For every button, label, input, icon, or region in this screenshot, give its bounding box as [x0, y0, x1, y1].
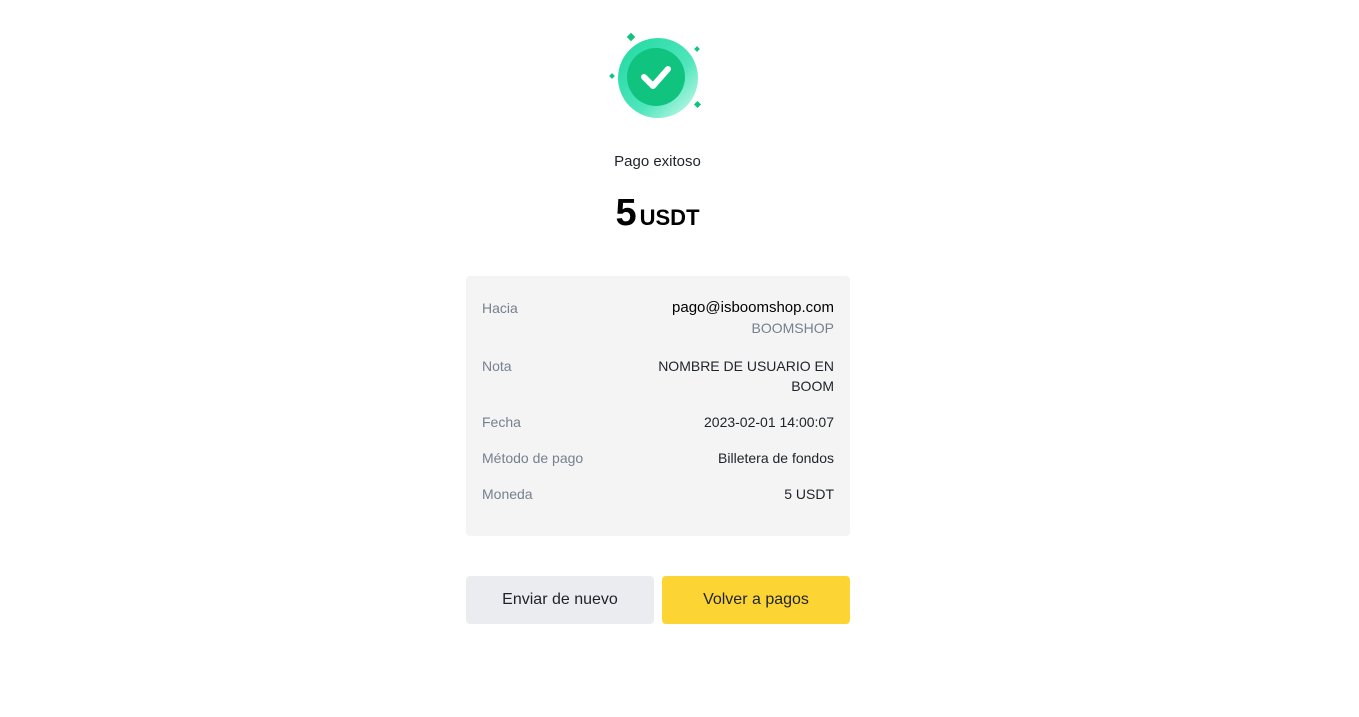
note-value-line1: NOMBRE DE USUARIO EN	[658, 358, 834, 374]
currency-label: Moneda	[482, 486, 533, 502]
recipient-name: BOOMSHOP	[751, 320, 834, 336]
send-again-button[interactable]: Enviar de nuevo	[466, 576, 654, 624]
detail-row-date: Fecha 2023-02-01 14:00:07	[482, 412, 834, 432]
amount-currency: USDT	[639, 205, 700, 230]
date-value: 2023-02-01 14:00:07	[704, 414, 834, 430]
check-circle-icon	[608, 32, 704, 122]
method-value: Billetera de fondos	[718, 450, 834, 466]
detail-row-currency: Moneda 5 USDT	[482, 484, 834, 504]
amount-value: 5	[615, 192, 636, 234]
note-value-line2: BOOM	[791, 378, 834, 394]
currency-value: 5 USDT	[784, 486, 834, 502]
payment-success-page: Pago exitoso 5 USDT Hacia pago@isboomshop…	[0, 0, 1359, 717]
payment-details-card: Hacia pago@isboomshop.com BOOMSHOP Nota …	[466, 276, 850, 536]
detail-row-method: Método de pago Billetera de fondos	[482, 448, 834, 468]
to-label: Hacia	[482, 300, 518, 316]
method-label: Método de pago	[482, 450, 584, 466]
date-label: Fecha	[482, 414, 521, 430]
payment-amount: 5 USDT	[0, 192, 1315, 235]
status-title: Pago exitoso	[614, 153, 701, 170]
recipient-email: pago@isboomshop.com	[672, 299, 834, 316]
note-label: Nota	[482, 358, 512, 374]
detail-row-note: Nota NOMBRE DE USUARIO EN BOOM	[482, 356, 834, 396]
detail-row-to: Hacia pago@isboomshop.com BOOMSHOP	[482, 298, 834, 338]
back-to-payments-button[interactable]: Volver a pagos	[662, 576, 850, 624]
